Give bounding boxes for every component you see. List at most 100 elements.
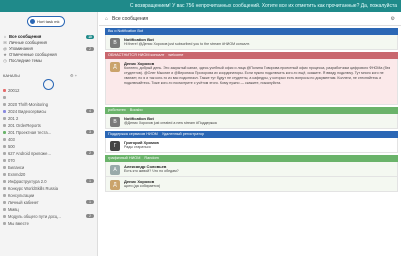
stream-item[interactable]: 2024 Видеосервисы 4 [3, 108, 96, 115]
left-sidebar: Hort task mk ⌂ Все сообщения 10 ✉ Личные… [0, 12, 98, 256]
message-group: ОБНАСТНИТСЯ НИОМ консалт welcome Д Денис… [105, 52, 398, 105]
stream-unread-badge: 2 [86, 214, 94, 218]
recipient-topic: Random [144, 156, 159, 160]
stream-unread-badge: 4 [86, 109, 94, 113]
unread-badge: 10 [86, 35, 94, 39]
stream-unread-badge: 3 [86, 130, 94, 134]
stream-item[interactable]: Конкурс WorldSkills Russia [3, 185, 96, 192]
at-icon: @ [3, 46, 8, 51]
stream-color-icon [3, 103, 6, 106]
message-group: Поддержка сервисов НИОМ Удаленный регист… [105, 131, 398, 153]
recipient-stream: робототех [108, 108, 126, 112]
stream-item[interactable]: Модуль общего пути досц... 2 [3, 213, 96, 220]
stream-color-icon [3, 117, 6, 120]
message[interactable]: Д Денис Хорохов щоти (да собирается) [105, 177, 398, 192]
stream-item[interactable]: Биланси [3, 164, 96, 171]
avatar: B [110, 117, 120, 127]
streams-actions[interactable]: ⚙ + [70, 72, 77, 80]
stream-item[interactable]: Exnmd20 [3, 171, 96, 178]
recipient-stream: Вы и Notification Bot [108, 29, 144, 33]
stream-unread-badge: 1 [86, 179, 94, 183]
stream-color-icon [3, 159, 6, 162]
stream-list: 20012 2020 Thrift-Monitoring 2024 Видеос… [3, 87, 96, 227]
logo-icon [30, 19, 35, 24]
stream-color-icon [3, 124, 6, 127]
stream-color-icon [3, 208, 6, 211]
avatar: Д [110, 180, 120, 190]
stream-item[interactable]: 070 [3, 157, 96, 164]
stream-item[interactable]: 500 [3, 143, 96, 150]
stream-item[interactable]: Личный кабинет 1 [3, 199, 96, 206]
streams-title: КАНАЛЫ [3, 73, 20, 78]
message-group: графичный НИОМ Random А Александр Соловь… [105, 155, 398, 192]
global-filters: ⌂ Все сообщения 10 ✉ Личные сообщения @ … [3, 34, 96, 64]
stream-color-icon [3, 145, 6, 148]
stream-item[interactable]: 2020 Thrift-Monitoring [3, 101, 96, 108]
recipient-stream: графичный НИОМ [108, 156, 141, 160]
recipient-topic: Удаленный регистратор [161, 132, 205, 136]
recipient-bar[interactable]: робототех Boosbo [105, 107, 398, 114]
recipient-topic: welcome [168, 53, 184, 57]
stream-color-icon [3, 110, 6, 113]
recipient-bar[interactable]: Поддержка сервисов НИОМ Удаленный регист… [105, 131, 398, 138]
stream-color-icon [3, 215, 6, 218]
stream-item[interactable]: Ммвц [3, 206, 96, 213]
message[interactable]: Г Григорий Хромов Рады стараться [105, 138, 398, 153]
stream-color-icon [3, 222, 6, 225]
message-text: @Денис Хорохов just created a new stream… [124, 121, 217, 125]
feed-header: ⌂ Все сообщения ⚙ [99, 12, 401, 26]
recipient-bar[interactable]: графичный НИОМ Random [105, 155, 398, 162]
stream-unread-badge: 2 [86, 151, 94, 155]
filter-label: Последние темы [9, 58, 42, 63]
stream-color-icon [3, 173, 6, 176]
stream-item[interactable] [3, 94, 96, 101]
envelope-icon: ✉ [3, 40, 7, 45]
recipient-topic: Boosbo [129, 108, 143, 112]
message-text: Hi there! @Денис Хорохов just subscribed… [124, 42, 250, 46]
home-icon: ⌂ [3, 34, 7, 39]
avatar: B [110, 38, 120, 48]
stream-color-icon [3, 96, 6, 99]
stream-item[interactable]: 201 2 [3, 115, 96, 122]
stream-unread-badge: 1 [86, 200, 94, 204]
message[interactable]: B Notification Bot @Денис Хорохов just c… [105, 114, 398, 129]
stream-item[interactable]: 403 [3, 136, 96, 143]
stream-color-icon [3, 180, 6, 183]
home-icon[interactable]: ⌂ [105, 12, 108, 26]
message[interactable]: Д Денис Хорохов Коллеги, добрый день. Эт… [105, 59, 398, 105]
stream-color-icon [3, 89, 6, 92]
stream-color-icon [3, 194, 6, 197]
recipient-stream: Поддержка сервисов НИОМ [108, 132, 158, 136]
stream-item[interactable]: Инфраструктура 2.0 1 [3, 178, 96, 185]
feed-title: Все сообщения [112, 15, 149, 22]
welcome-banner[interactable]: С возвращением! У вас 756 непрочитанных … [0, 0, 401, 12]
stream-color-icon [3, 138, 6, 141]
stream-item[interactable]: 20012 [3, 87, 96, 94]
gear-icon[interactable]: ⚙ [391, 12, 395, 26]
message-feed: ⌂ Все сообщения ⚙ Вы и Notification Bot … [99, 12, 401, 256]
recipient-bar[interactable]: ОБНАСТНИТСЯ НИОМ консалт welcome [105, 52, 398, 59]
stream-item[interactable]: Консультации [3, 192, 96, 199]
stream-color-icon [3, 166, 6, 169]
stream-item[interactable]: Мы вместе [3, 220, 96, 227]
filter-recent-topics[interactable]: ◷ Последние темы [3, 58, 96, 64]
message-group: робототех Boosbo B Notification Bot @Ден… [105, 107, 398, 129]
unread-badge: 2 [86, 47, 94, 51]
stream-color-icon [3, 131, 6, 134]
clock-icon: ◷ [3, 58, 7, 63]
message[interactable]: B Notification Bot Hi there! @Денис Хоро… [105, 35, 398, 50]
message-group: Вы и Notification Bot B Notification Bot… [105, 28, 398, 50]
stream-item[interactable]: 201 OrderReports [3, 122, 96, 129]
message-text: щоти (да собирается) [124, 184, 161, 188]
avatar: Д [110, 62, 120, 72]
org-logo[interactable]: Hort task mk [27, 16, 65, 27]
stream-color-icon [3, 201, 6, 204]
message-text: Коллеги, добрый день. Это закрытый канал… [124, 66, 391, 85]
stream-item[interactable]: 627 Android приложе... 2 [3, 150, 96, 157]
recipient-bar[interactable]: Вы и Notification Bot [105, 28, 398, 35]
message-text: Есть кто живой? Что по обедам? [124, 169, 179, 173]
message[interactable]: А Александр Соловьев Есть кто живой? Что… [105, 162, 398, 177]
star-icon: ★ [3, 52, 7, 57]
avatar: А [110, 165, 120, 175]
stream-item[interactable]: 201 Проектная теста... 3 [3, 129, 96, 136]
